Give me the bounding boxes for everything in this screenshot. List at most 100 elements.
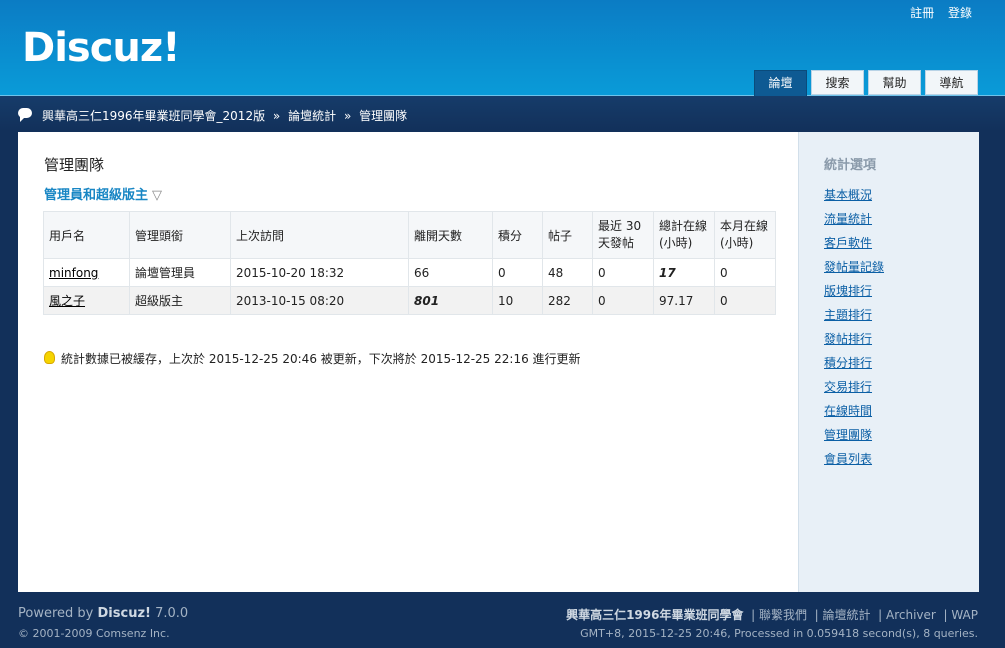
login-link[interactable]: 登錄 [948, 6, 972, 20]
processing-info: GMT+8, 2015-12-25 20:46, Processed in 0.… [580, 627, 978, 640]
cell-credits: 0 [492, 258, 543, 287]
table-row: minfong 論壇管理員 2015-10-20 18:32 66 0 48 0… [43, 258, 776, 287]
col-last-visit: 上次訪問 [230, 211, 409, 259]
sidebar-item-poster-ranking[interactable]: 發帖排行 [824, 332, 872, 346]
sidebar-item-thread-ranking[interactable]: 主題排行 [824, 308, 872, 322]
sidebar-item: 客戶軟件 [824, 234, 884, 258]
cell-recent-posts: 0 [592, 258, 654, 287]
sidebar-item: 基本概況 [824, 186, 884, 210]
username-link[interactable]: 風之子 [49, 294, 85, 308]
total-online-value: 17 [659, 265, 676, 280]
cell-credits: 10 [492, 286, 543, 315]
table-row: 風之子 超級版主 2013-10-15 08:20 801 10 282 0 9… [43, 286, 776, 315]
sidebar-item-member-list[interactable]: 會員列表 [824, 452, 872, 466]
cache-notice: 統計數據已被緩存，上次於 2015-12-25 20:46 被更新，下次將於 2… [44, 350, 581, 367]
sidebar-menu: 基本概況 流量統計 客戶軟件 發帖量記錄 版塊排行 主題排行 發帖排行 積分排行… [824, 186, 884, 474]
copyright: © 2001-2009 Comsenz Inc. [18, 627, 170, 640]
speech-bubble-icon [18, 108, 32, 122]
col-recent-posts: 最近 30 天發帖 [592, 211, 654, 259]
table-header-row: 用戶名 管理頭銜 上次訪問 離開天數 積分 帖子 最近 30 天發帖 總計在線 … [43, 211, 776, 259]
sidebar-item: 管理團隊 [824, 426, 884, 450]
cache-notice-text: 統計數據已被緩存，上次於 2015-12-25 20:46 被更新，下次將於 2… [61, 352, 581, 366]
sidebar-item: 會員列表 [824, 450, 884, 474]
section-title[interactable]: 管理員和超級版主 ▽ [44, 184, 162, 203]
footer-archiver-link[interactable]: Archiver [886, 608, 936, 622]
col-total-online: 總計在線 (小時) [653, 211, 715, 259]
main-nav-tabs: 論壇 搜索 幫助 導航 [754, 70, 978, 97]
cell-last-visit: 2015-10-20 18:32 [230, 258, 409, 287]
sidebar-item: 在線時間 [824, 402, 884, 426]
sidebar-item-post-records[interactable]: 發帖量記錄 [824, 260, 884, 274]
collapse-triangle-icon[interactable]: ▽ [152, 188, 162, 203]
breadcrumb-separator: » [272, 109, 281, 123]
cell-recent-posts: 0 [592, 286, 654, 315]
breadcrumb-forum-home[interactable]: 興華高三仁1996年畢業班同學會_2012版 [42, 109, 265, 123]
sidebar-item: 發帖排行 [824, 330, 884, 354]
username-link[interactable]: minfong [49, 266, 98, 280]
sidebar-item: 交易排行 [824, 378, 884, 402]
footer-wap-link[interactable]: WAP [951, 608, 978, 622]
section-title-label: 管理員和超級版主 [44, 188, 149, 203]
powered-brand-link[interactable]: Discuz! [98, 606, 151, 621]
sidebar-item-forum-ranking[interactable]: 版塊排行 [824, 284, 872, 298]
footer-stats-link[interactable]: 論壇統計 [822, 608, 870, 622]
breadcrumb-current: 管理團隊 [359, 109, 408, 123]
footer-contact-link[interactable]: 聯繫我們 [759, 608, 807, 622]
sidebar-item: 積分排行 [824, 354, 884, 378]
cell-total-online: 17 [653, 258, 715, 287]
sidebar-item-traffic[interactable]: 流量統計 [824, 212, 872, 226]
cell-username: minfong [43, 258, 130, 287]
site-logo[interactable]: Discuz! [22, 25, 180, 71]
sidebar-title: 統計選項 [824, 158, 877, 173]
sidebar-item: 主題排行 [824, 306, 884, 330]
cell-title: 論壇管理員 [129, 258, 231, 287]
main-content: 管理團隊 管理員和超級版主 ▽ 用戶名 管理頭銜 上次訪問 離開天數 積分 帖子 … [18, 132, 798, 592]
col-posts: 帖子 [542, 211, 593, 259]
breadcrumb-separator: » [343, 109, 352, 123]
col-month-online: 本月在線 (小時) [714, 211, 776, 259]
cell-title: 超級版主 [129, 286, 231, 315]
cell-posts: 48 [542, 258, 593, 287]
page-title: 管理團隊 [44, 156, 105, 174]
breadcrumb: 興華高三仁1996年畢業班同學會_2012版 » 論壇統計 » 管理團隊 [42, 107, 407, 124]
cell-days-away: 801 [408, 286, 493, 315]
sidebar-item-trade-ranking[interactable]: 交易排行 [824, 380, 872, 394]
sidebar-item: 發帖量記錄 [824, 258, 884, 282]
sidebar-item-credit-ranking[interactable]: 積分排行 [824, 356, 872, 370]
site-header: Discuz! 註冊 登錄 論壇 搜索 幫助 導航 [0, 0, 1005, 97]
cell-posts: 282 [542, 286, 593, 315]
col-days-away: 離開天數 [408, 211, 493, 259]
sidebar-item: 流量統計 [824, 210, 884, 234]
sidebar-item-admin-team[interactable]: 管理團隊 [824, 428, 872, 442]
tab-help[interactable]: 幫助 [868, 70, 921, 95]
sidebar-item: 版塊排行 [824, 282, 884, 306]
days-away-value: 801 [414, 293, 440, 308]
sidebar-item-online-time[interactable]: 在線時間 [824, 404, 872, 418]
site-footer: Powered by Discuz! 7.0.0 © 2001-2009 Com… [0, 592, 1005, 648]
tab-navigation[interactable]: 導航 [925, 70, 978, 95]
top-links: 註冊 登錄 [900, 4, 972, 21]
powered-version: 7.0.0 [155, 606, 189, 621]
cell-days-away: 66 [408, 258, 493, 287]
register-link[interactable]: 註冊 [910, 6, 934, 20]
cell-month-online: 0 [714, 286, 776, 315]
footer-site-name[interactable]: 興華高三仁1996年畢業班同學會 [566, 608, 743, 622]
cell-total-online: 97.17 [653, 286, 715, 315]
stats-sidebar: 統計選項 基本概況 流量統計 客戶軟件 發帖量記錄 版塊排行 主題排行 發帖排行… [798, 132, 979, 592]
col-credits: 積分 [492, 211, 543, 259]
cell-last-visit: 2013-10-15 08:20 [230, 286, 409, 315]
cell-month-online: 0 [714, 258, 776, 287]
sidebar-item-basic-overview[interactable]: 基本概況 [824, 188, 872, 202]
powered-by: Powered by Discuz! 7.0.0 [18, 606, 188, 621]
powered-prefix: Powered by [18, 606, 94, 621]
col-username: 用戶名 [43, 211, 130, 259]
footer-links: 興華高三仁1996年畢業班同學會 | 聯繫我們 | 論壇統計 | Archive… [566, 608, 978, 622]
col-title: 管理頭銜 [129, 211, 231, 259]
lightbulb-icon [44, 351, 55, 364]
tab-search[interactable]: 搜索 [811, 70, 864, 95]
breadcrumb-stats[interactable]: 論壇統計 [288, 109, 336, 123]
breadcrumb-bar: 興華高三仁1996年畢業班同學會_2012版 » 論壇統計 » 管理團隊 [0, 96, 1005, 132]
sidebar-item-client-software[interactable]: 客戶軟件 [824, 236, 872, 250]
tab-forum[interactable]: 論壇 [754, 70, 807, 97]
cell-username: 風之子 [43, 286, 130, 315]
